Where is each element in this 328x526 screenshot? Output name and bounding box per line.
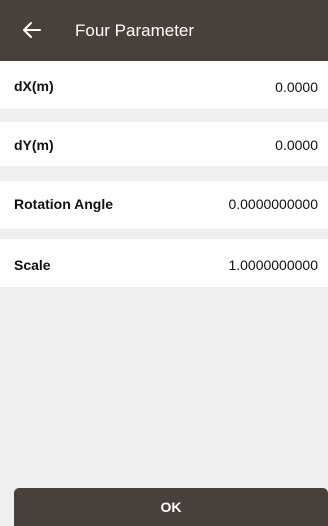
param-value: 0.0000: [275, 79, 318, 95]
param-row-dx[interactable]: dX(m) 0.0000: [0, 61, 328, 109]
param-label: dY(m): [14, 137, 54, 153]
param-row-scale[interactable]: Scale 1.0000000000: [0, 239, 328, 287]
param-label: Rotation Angle: [14, 196, 114, 212]
param-value: 0.0000000000: [228, 196, 318, 212]
ok-button[interactable]: OK: [14, 488, 328, 526]
app-bar: Four Parameter: [0, 0, 328, 61]
param-row-rotation-angle[interactable]: Rotation Angle 0.0000000000: [0, 181, 328, 229]
param-label: dX(m): [14, 78, 54, 94]
page-title: Four Parameter: [75, 21, 195, 40]
param-row-dy[interactable]: dY(m) 0.0000: [0, 122, 328, 166]
param-value: 0.0000: [275, 137, 318, 153]
back-arrow-icon[interactable]: [22, 19, 42, 41]
param-label: Scale: [14, 257, 51, 273]
param-value: 1.0000000000: [228, 257, 318, 273]
